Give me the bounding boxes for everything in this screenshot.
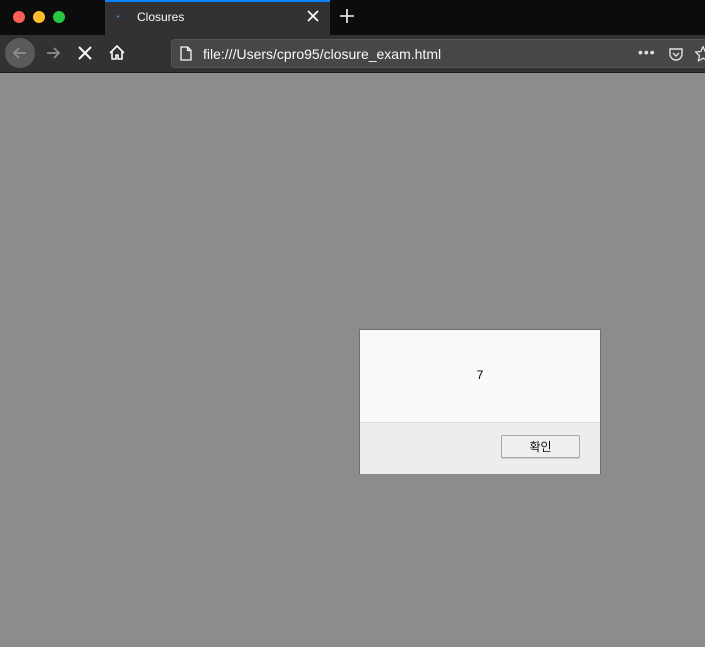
ok-button[interactable]: 확인 [501, 435, 580, 458]
url-text: file:///Users/cpro95/closure_exam.html [203, 46, 442, 62]
back-button[interactable] [5, 38, 35, 68]
home-button[interactable] [102, 38, 132, 68]
url-bar[interactable]: file:///Users/cpro95/closure_exam.html •… [171, 39, 705, 68]
alert-dialog: 7 확인 [359, 329, 601, 474]
loading-indicator-icon: • [117, 14, 120, 21]
back-arrow-icon [12, 47, 26, 59]
new-tab-icon[interactable] [338, 7, 356, 25]
window-zoom-button[interactable] [53, 11, 65, 23]
forward-arrow-icon [47, 47, 61, 59]
tab-strip: • Closures [0, 0, 705, 35]
tab-closures[interactable]: • Closures [105, 0, 330, 35]
navigation-toolbar: file:///Users/cpro95/closure_exam.html •… [0, 35, 705, 73]
forward-button[interactable] [38, 38, 68, 68]
page-icon [180, 46, 192, 61]
pocket-icon[interactable] [668, 46, 684, 62]
tab-title: Closures [137, 10, 185, 24]
dialog-message: 7 [476, 368, 484, 382]
window-minimize-button[interactable] [33, 11, 45, 23]
stop-button[interactable] [70, 38, 100, 68]
stop-icon [78, 46, 92, 60]
window-close-button[interactable] [13, 11, 25, 23]
more-icon[interactable]: ••• [638, 45, 656, 60]
dialog-body: 7 [360, 330, 600, 422]
home-icon [109, 45, 125, 60]
close-tab-icon[interactable] [306, 9, 320, 23]
dialog-footer: 확인 [360, 422, 600, 474]
star-icon[interactable] [694, 45, 705, 63]
